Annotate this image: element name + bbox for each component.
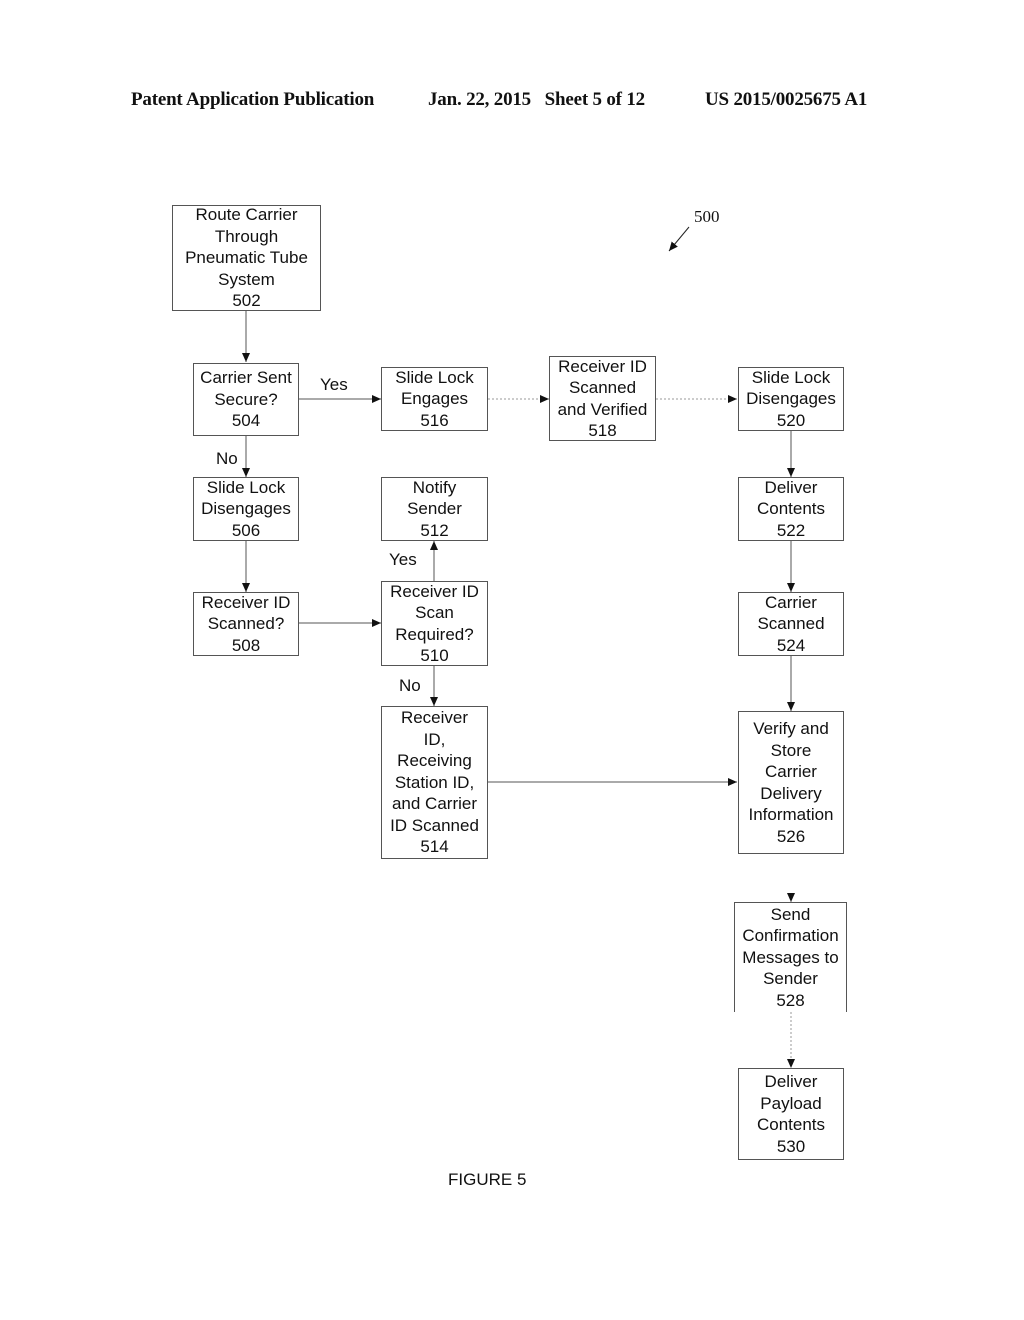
node-502-line: System bbox=[218, 269, 275, 289]
edge-label-yes-504: Yes bbox=[320, 375, 348, 394]
node-518-line: and Verified bbox=[557, 399, 648, 419]
node-522-line: Deliver bbox=[764, 477, 818, 497]
node-512-line: Sender bbox=[407, 499, 462, 519]
figure-caption: FIGURE 5 bbox=[448, 1170, 527, 1189]
node-514-line: Receiving bbox=[397, 751, 472, 771]
node-526-line: Information bbox=[748, 805, 834, 824]
node-508: Receiver ID Scanned? 508 bbox=[193, 592, 299, 656]
node-512-line: Notify bbox=[412, 477, 457, 497]
node-524-id: 524 bbox=[776, 635, 806, 655]
node-528-line: Messages to bbox=[742, 947, 839, 967]
node-528-id: 528 bbox=[776, 990, 805, 1010]
connectors bbox=[242, 226, 795, 1068]
node-528-line: Sender bbox=[763, 969, 818, 989]
node-504-line: Carrier Sent bbox=[200, 368, 292, 388]
node-526-id: 526 bbox=[776, 826, 806, 846]
node-526: Verify and Store Carrier Delivery Inform… bbox=[738, 711, 844, 854]
node-512-id: 512 bbox=[420, 520, 449, 540]
node-522: Deliver Contents 522 bbox=[738, 477, 844, 541]
edge-label-no-504: No bbox=[216, 449, 238, 468]
node-506-id: 506 bbox=[231, 520, 261, 540]
node-514-line: Receiver bbox=[400, 708, 469, 728]
node-516-id: 516 bbox=[420, 410, 449, 430]
node-502-line: Route Carrier bbox=[195, 205, 298, 225]
node-530-id: 530 bbox=[776, 1136, 806, 1156]
node-524: Carrier Scanned 524 bbox=[738, 592, 844, 656]
node-504-line: Secure? bbox=[214, 389, 278, 409]
node-530-line: Contents bbox=[756, 1115, 826, 1134]
node-508-id: 508 bbox=[231, 635, 261, 655]
node-514-line: Station ID, bbox=[394, 772, 475, 792]
node-520-line: Disengages bbox=[746, 389, 836, 409]
node-526-line: Delivery bbox=[760, 783, 822, 803]
node-512: Notify Sender 512 bbox=[381, 477, 488, 541]
node-530: Deliver Payload Contents 530 bbox=[738, 1068, 844, 1160]
node-518-id: 518 bbox=[588, 421, 617, 440]
node-520-id: 520 bbox=[776, 410, 806, 430]
node-506: Slide Lock Disengages 506 bbox=[193, 477, 299, 541]
node-514-line: ID Scanned bbox=[390, 815, 479, 835]
node-530-line: Payload bbox=[760, 1093, 822, 1113]
node-514-id: 514 bbox=[420, 837, 449, 857]
node-526-line: Store bbox=[770, 740, 812, 760]
node-518-line: Receiver ID bbox=[558, 356, 647, 376]
node-508-line: Scanned? bbox=[207, 614, 285, 634]
node-502-id: 502 bbox=[232, 291, 261, 311]
node-516: Slide Lock Engages 516 bbox=[381, 367, 488, 431]
node-516-line: Engages bbox=[400, 389, 469, 409]
node-502-line: Through bbox=[214, 226, 279, 246]
node-530-line: Deliver bbox=[764, 1072, 818, 1091]
node-506-line: Disengages bbox=[201, 499, 291, 519]
node-516-line: Slide Lock bbox=[395, 367, 474, 387]
node-514-line: and Carrier bbox=[391, 794, 478, 814]
node-510-line: Receiver ID bbox=[390, 581, 479, 601]
node-510-line: Scan bbox=[415, 603, 454, 622]
node-520: Slide Lock Disengages 520 bbox=[738, 367, 844, 431]
node-524-line: Scanned bbox=[757, 614, 825, 634]
node-518-line: Scanned bbox=[568, 378, 637, 397]
node-526-line: Carrier bbox=[765, 762, 817, 781]
node-514-line: ID, bbox=[423, 729, 446, 749]
node-522-id: 522 bbox=[776, 520, 806, 540]
reference-leader-arrow bbox=[668, 226, 690, 252]
edge-label-yes-510: Yes bbox=[389, 550, 417, 569]
node-510-id: 510 bbox=[420, 646, 449, 665]
node-508-line: Receiver ID bbox=[201, 592, 291, 612]
node-510-line: Required? bbox=[395, 624, 474, 644]
edge-label-no-510: No bbox=[399, 676, 421, 695]
node-514: Receiver ID, Receiving Station ID, and C… bbox=[381, 706, 488, 859]
node-522-line: Contents bbox=[756, 499, 826, 519]
node-506-line: Slide Lock bbox=[206, 477, 286, 497]
node-502-line: Pneumatic Tube bbox=[185, 248, 308, 268]
node-510: Receiver ID Scan Required? 510 bbox=[381, 581, 488, 666]
node-526-line: Verify and bbox=[753, 719, 829, 738]
node-524-line: Carrier bbox=[765, 592, 817, 612]
node-518: Receiver ID Scanned and Verified 518 bbox=[549, 356, 656, 441]
node-528: Send Confirmation Messages to Sender 528 bbox=[734, 902, 847, 1012]
node-504-id: 504 bbox=[231, 411, 261, 431]
node-520-line: Slide Lock bbox=[751, 367, 831, 387]
node-502: Route Carrier Through Pneumatic Tube Sys… bbox=[172, 205, 321, 311]
node-528-line: Send bbox=[770, 904, 811, 924]
node-528-line: Confirmation bbox=[742, 926, 839, 946]
node-504: Carrier Sent Secure? 504 bbox=[193, 363, 299, 436]
